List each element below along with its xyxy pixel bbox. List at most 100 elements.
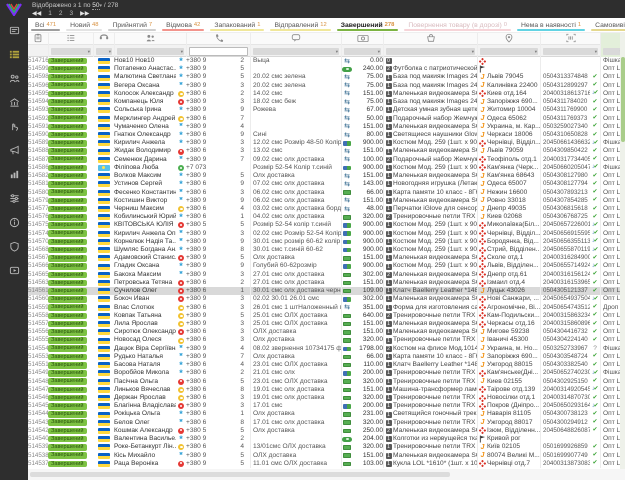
table-row[interactable]: 514547ЗавершенийЛиньков Вячеслав+380 681… bbox=[28, 386, 625, 394]
filter-select[interactable]: ▾ bbox=[344, 48, 381, 55]
sidebar-item-bank[interactable] bbox=[0, 90, 28, 114]
filter-select[interactable]: ▾ bbox=[117, 48, 184, 55]
tracking-number[interactable]: 0503252733967 bbox=[540, 345, 590, 353]
filter-select[interactable]: ▾ bbox=[386, 48, 475, 55]
tracking-number[interactable]: 0504307854285 bbox=[540, 197, 590, 205]
tracking-number[interactable]: 0503259027340 bbox=[540, 123, 590, 131]
table-row[interactable]: 514579ЗавершенийКостишин Виктор*+380 990… bbox=[28, 197, 625, 205]
sidebar-item-dashboard[interactable] bbox=[0, 18, 28, 42]
table-row[interactable]: 514581ЗавершенийУстинов Сергей*+380 6907… bbox=[28, 180, 625, 188]
tracking-number[interactable]: 20450654937504 bbox=[540, 295, 590, 303]
tab-Самовивіз[interactable]: Самовивіз2 bbox=[588, 18, 625, 32]
tracking-number[interactable]: 20450652740230 bbox=[540, 369, 590, 377]
table-row[interactable]: 514576ЗавершенийКобилинський Юрий*+380 6… bbox=[28, 213, 625, 221]
tracking-number[interactable]: 0504307893213 bbox=[540, 189, 590, 197]
tracking-number[interactable]: 0504305121337 bbox=[540, 287, 590, 295]
tracking-number[interactable]: 20400314920545 bbox=[540, 386, 590, 394]
page-number-3[interactable]: 3 bbox=[69, 10, 73, 17]
table-row[interactable]: 514567ЗавершенийАдамовский Станис...+380… bbox=[28, 254, 625, 262]
table-row[interactable]: 514565ЗавершенийБакоха Максим*+380 9327.… bbox=[28, 271, 625, 279]
table-row[interactable]: 514599ЗавершенийПотапенко Анастас...*+38… bbox=[28, 65, 625, 73]
last-page-button[interactable]: ▶▶ bbox=[80, 10, 89, 17]
table-row[interactable]: 514716ЗавершенийНов10 Нов10*+380 92Выца⇆… bbox=[28, 57, 625, 65]
tracking-number[interactable]: 0504306768725 bbox=[540, 213, 590, 221]
table-row[interactable]: 514570ЗавершенийКорнелюк Надія Та...*+38… bbox=[28, 238, 625, 246]
vertical-scrollbar[interactable] bbox=[620, 33, 625, 480]
tab-Відмова[interactable]: Відмова42 bbox=[159, 18, 207, 32]
table-row[interactable]: 514587ЗавершенийСеменюк Дарина*+380 9709… bbox=[28, 156, 625, 164]
tracking-number[interactable]: 0504302925150 bbox=[540, 378, 590, 386]
filter-select[interactable]: ▾ bbox=[543, 48, 598, 55]
tracking-number[interactable]: 20400316156124 bbox=[540, 271, 590, 279]
table-row[interactable]: 514575ЗавершенийКВІТОВСЬКА ЮЛІЯ+380 55Ро… bbox=[28, 221, 625, 229]
table-row[interactable]: 514554ЗавершенийДацюк Віра Сергіївна*+38… bbox=[28, 345, 625, 353]
tracking-number[interactable] bbox=[540, 65, 590, 73]
tracking-number[interactable]: 20400315863234 bbox=[540, 312, 590, 320]
sidebar-item-orders[interactable] bbox=[0, 42, 28, 66]
tracking-number[interactable]: 0504311769900 bbox=[540, 106, 590, 114]
column-header-comment-icon[interactable] bbox=[250, 33, 341, 45]
filter-select[interactable]: ▾ bbox=[96, 48, 112, 55]
sidebar-item-shield[interactable] bbox=[0, 234, 28, 258]
tracking-number[interactable]: 0501699926859 bbox=[540, 443, 590, 451]
tracking-number[interactable]: 0504303548724 bbox=[540, 353, 590, 361]
filter-select[interactable]: ▾ bbox=[51, 48, 91, 55]
tracking-number[interactable]: 0504312899297 bbox=[540, 82, 590, 90]
tab-Повернення товару (в дорозі)[interactable]: Повернення товару (в дорозі)0 bbox=[401, 18, 514, 32]
table-row[interactable]: 514598ЗавершенийМалютина Светлана*+380 9… bbox=[28, 73, 625, 81]
column-header-location-icon[interactable] bbox=[477, 33, 540, 45]
tracking-number[interactable]: 20400318613716 bbox=[540, 90, 590, 98]
column-header-money-icon[interactable] bbox=[341, 33, 383, 45]
tracking-number[interactable]: 20450660205047 bbox=[540, 164, 590, 172]
tracking-number[interactable]: 0504310650828 bbox=[540, 131, 590, 139]
table-row[interactable]: 514561ЗавершенийСучилов Олег+380 6130.01… bbox=[28, 287, 625, 295]
table-row[interactable]: 514557ЗавершенийЛила Ярослав+380 9325.01… bbox=[28, 320, 625, 328]
column-header-list-icon[interactable] bbox=[48, 33, 93, 45]
sidebar-item-sliders[interactable] bbox=[0, 186, 28, 210]
table-row[interactable]: 514544ЗавершенийРокіцька Ольга*+380 61Ол… bbox=[28, 410, 625, 418]
tracking-number[interactable]: 0504308127980 bbox=[540, 172, 590, 180]
table-row[interactable]: 514546ЗавершенийДержан Ярослав+380 6319.… bbox=[28, 394, 625, 402]
tracking-number[interactable]: 0504308127794 bbox=[540, 180, 590, 188]
tracking-number[interactable]: 20450654743512 bbox=[540, 304, 590, 312]
table-row[interactable]: 514556ЗавершенийСиротюк Олександр+380 63… bbox=[28, 328, 625, 336]
page-number-2[interactable]: 2 bbox=[59, 10, 63, 17]
tracking-number[interactable]: 0504311769373 bbox=[540, 115, 590, 123]
sidebar-item-stats[interactable] bbox=[0, 162, 28, 186]
table-row[interactable]: 514568ЗавершенийШумляс Богдана Ан...*+38… bbox=[28, 246, 625, 254]
tracking-number[interactable]: 20450648826087 bbox=[540, 427, 590, 435]
tracking-number[interactable]: 20450650293164 bbox=[540, 402, 590, 410]
sidebar-item-clients[interactable] bbox=[0, 66, 28, 90]
table-row[interactable]: 514586ЗавершенийФіліпова Люба+7 073Розмі… bbox=[28, 164, 625, 172]
tracking-number[interactable]: 20400313873083 bbox=[540, 460, 590, 468]
tracking-number[interactable]: 20450655870119 bbox=[540, 246, 590, 254]
tracking-number[interactable] bbox=[540, 435, 590, 443]
tracking-number[interactable]: 20450656915595 bbox=[540, 230, 590, 238]
table-row[interactable]: 514577ЗавершенийЧерниш Максим+380 6403.0… bbox=[28, 205, 625, 213]
tracking-number[interactable]: 20400314870730 bbox=[540, 394, 590, 402]
tracking-number[interactable]: 0504300738123 bbox=[540, 410, 590, 418]
tracking-number[interactable]: 20450656355113 bbox=[540, 238, 590, 246]
table-row[interactable]: 514543ЗавершенийБелов Олег*+380 6817.01 … bbox=[28, 419, 625, 427]
tracking-number[interactable]: 0504303382540 bbox=[540, 361, 590, 369]
table-row[interactable]: 514590ЗавершенийГнатюк Олександр*+380 69… bbox=[28, 131, 625, 139]
column-header-receiver-icon[interactable] bbox=[93, 33, 114, 45]
table-row[interactable]: 514580ЗавершенийФесенко Константин*+380 … bbox=[28, 189, 625, 197]
tab-Нема в наявності[interactable]: Нема в наявності1 bbox=[514, 18, 588, 32]
table-row[interactable]: 514559ЗавершенийВлас Слотюк+380 6326.01 … bbox=[28, 304, 625, 312]
tracking-number[interactable]: 0504306815618 bbox=[540, 205, 590, 213]
table-row[interactable]: 514537ЗавершенийРаца Вероніка+380 9511.0… bbox=[28, 460, 625, 468]
table-row[interactable]: 514558ЗавершенийКовпак Татьяна+380 9525.… bbox=[28, 312, 625, 320]
tracking-number[interactable]: 0504304224140 bbox=[540, 336, 590, 344]
tracking-number[interactable]: 20400317734405 bbox=[540, 156, 590, 164]
table-row[interactable]: 514591ЗавершенийЧумаченко Олена*+380 94⇆… bbox=[28, 123, 625, 131]
tracking-number[interactable]: 20400316153965 bbox=[540, 279, 590, 287]
table-row[interactable]: 514549ЗавершенийВоробйов Микола*+380 622… bbox=[28, 369, 625, 377]
tracking-number[interactable]: 20400316284900 bbox=[540, 254, 590, 262]
page-size-dropdown[interactable]: 50 bbox=[92, 2, 99, 10]
filter-select[interactable]: ▾ bbox=[480, 48, 538, 55]
table-row[interactable]: 514593ЗавершенийСольська Ірина*+380 99Ро… bbox=[28, 106, 625, 114]
app-logo-icon[interactable] bbox=[0, 0, 28, 18]
tracking-number[interactable]: 0504309850422 bbox=[540, 147, 590, 155]
horizontal-scrollbar-thumb[interactable] bbox=[30, 472, 450, 477]
